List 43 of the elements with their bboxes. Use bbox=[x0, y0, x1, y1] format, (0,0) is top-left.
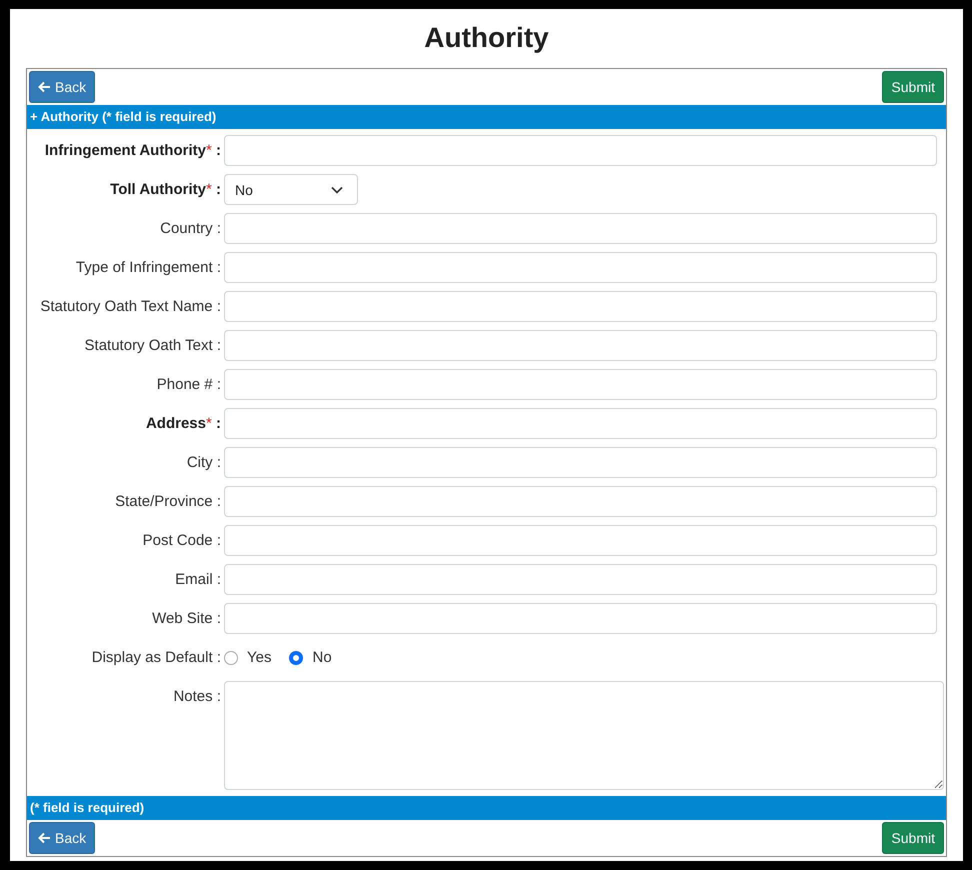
input-field[interactable] bbox=[224, 408, 937, 439]
input-field[interactable] bbox=[224, 291, 937, 322]
arrow-left-icon bbox=[38, 81, 51, 93]
radio-option[interactable]: Yes bbox=[224, 649, 272, 666]
field-label: State/Province : bbox=[114, 493, 221, 510]
notes-field[interactable] bbox=[224, 681, 944, 790]
field-label: Toll Authority* : bbox=[109, 181, 221, 198]
field-label: Display as Default : bbox=[90, 649, 221, 666]
input-field[interactable] bbox=[224, 603, 937, 634]
input-field[interactable] bbox=[224, 330, 937, 361]
field-label: Country : bbox=[159, 220, 221, 237]
input-field[interactable] bbox=[224, 369, 937, 400]
submit-button[interactable]: Submit bbox=[882, 71, 944, 103]
field-label: Phone # : bbox=[156, 376, 221, 393]
input-field[interactable] bbox=[224, 447, 937, 478]
input-field[interactable] bbox=[224, 213, 937, 244]
field-label: Post Code : bbox=[142, 532, 221, 549]
input-field[interactable] bbox=[224, 135, 937, 166]
radio-button[interactable] bbox=[224, 650, 238, 664]
field-label: City : bbox=[186, 454, 221, 471]
back-button[interactable]: Back bbox=[29, 822, 96, 854]
chevron-down-icon bbox=[331, 186, 343, 194]
input-field[interactable] bbox=[224, 252, 937, 283]
arrow-left-icon bbox=[38, 832, 51, 844]
input-field[interactable] bbox=[224, 486, 937, 517]
submit-button[interactable]: Submit bbox=[882, 822, 944, 854]
field-label: Email : bbox=[174, 571, 221, 588]
dropdown[interactable]: No bbox=[224, 174, 358, 205]
field-label: Notes : bbox=[172, 687, 221, 705]
required-note-bar: (* field is required) bbox=[27, 796, 946, 820]
section-header: + Authority (* field is required) bbox=[27, 105, 946, 129]
input-field[interactable] bbox=[224, 525, 937, 556]
field-label: Address* : bbox=[144, 415, 221, 432]
input-field[interactable] bbox=[224, 564, 937, 595]
radio-button[interactable] bbox=[289, 650, 304, 664]
field-label: Statutory Oath Text Name : bbox=[39, 298, 221, 315]
field-label: Statutory Oath Text : bbox=[84, 337, 221, 354]
back-button[interactable]: Back bbox=[29, 71, 96, 103]
field-label: Web Site : bbox=[151, 610, 221, 627]
radio-option[interactable]: No bbox=[289, 649, 332, 666]
field-label: Infringement Authority* : bbox=[44, 142, 221, 159]
page-title: Authority bbox=[423, 21, 550, 55]
field-label: Type of Infringement : bbox=[74, 259, 221, 276]
